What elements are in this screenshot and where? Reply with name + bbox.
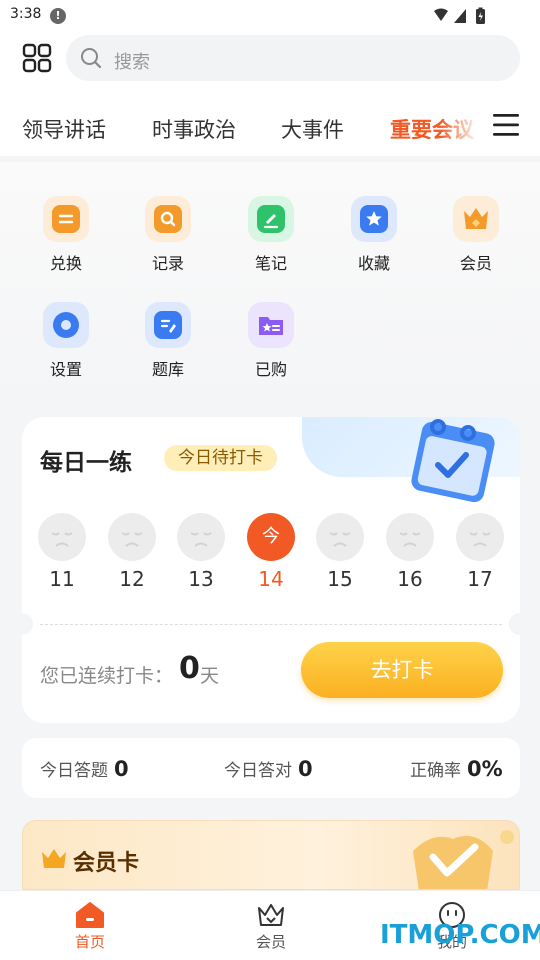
day-number: 16 bbox=[397, 567, 423, 591]
home-icon bbox=[50, 901, 130, 929]
stat-answered: 今日答题 0 bbox=[40, 756, 129, 781]
exchange-icon bbox=[43, 196, 89, 242]
hamburger-icon bbox=[493, 114, 519, 136]
category-tabs: 领导讲话 时事政治 大事件 重要会议 bbox=[0, 96, 540, 156]
shortcut-question-bank[interactable]: 题库 bbox=[128, 302, 208, 380]
crown-icon bbox=[231, 901, 311, 929]
gear-icon bbox=[43, 302, 89, 348]
day-number: 11 bbox=[49, 567, 75, 591]
shortcut-favorites[interactable]: 收藏 bbox=[334, 196, 414, 274]
card-notch-right bbox=[509, 613, 520, 635]
shortcut-membership[interactable]: 会员 bbox=[436, 196, 516, 274]
search-icon bbox=[80, 47, 102, 73]
shortcut-exchange[interactable]: 兑换 bbox=[26, 196, 106, 274]
tab-current-politics[interactable]: 时事政治 bbox=[152, 114, 236, 144]
dashed-divider bbox=[40, 624, 502, 625]
daily-practice-card: 每日一练 今日待打卡 11 12 13 今 14 15 16 17 您已连续打卡… bbox=[22, 417, 520, 723]
tab-leadership-speech[interactable]: 领导讲话 bbox=[22, 114, 106, 144]
shortcut-label: 记录 bbox=[151, 254, 184, 273]
day-number: 12 bbox=[119, 567, 145, 591]
record-icon bbox=[145, 196, 191, 242]
day-item[interactable]: 13 bbox=[176, 513, 226, 591]
shortcut-label: 兑换 bbox=[49, 254, 82, 273]
vip-badge-icon bbox=[383, 821, 519, 889]
stat-value: 0% bbox=[467, 757, 503, 781]
streak-count: 0 bbox=[179, 651, 200, 686]
stat-accuracy: 正确率 0% bbox=[410, 756, 503, 781]
top-bar: 搜索 bbox=[0, 32, 540, 96]
card-notch-left bbox=[22, 613, 33, 635]
nav-label: 首页 bbox=[74, 933, 105, 951]
practice-title: 每日一练 bbox=[40, 450, 132, 476]
question-bank-icon bbox=[145, 302, 191, 348]
day-item[interactable]: 12 bbox=[107, 513, 157, 591]
shortcut-label: 会员 bbox=[459, 254, 492, 273]
nav-home[interactable]: 首页 bbox=[50, 901, 130, 952]
vip-title: 会员卡 bbox=[73, 851, 140, 876]
shortcut-label: 笔记 bbox=[254, 254, 287, 273]
apps-grid-icon[interactable] bbox=[22, 43, 52, 73]
day-item[interactable]: 17 bbox=[455, 513, 505, 591]
calendar-check-icon bbox=[398, 417, 508, 511]
sad-face-icon bbox=[456, 513, 504, 561]
nav-membership[interactable]: 会员 bbox=[231, 901, 311, 952]
sad-face-icon bbox=[38, 513, 86, 561]
shortcut-label: 收藏 bbox=[357, 254, 390, 273]
crown-icon bbox=[41, 847, 67, 873]
tab-fade bbox=[440, 96, 480, 156]
stat-value: 0 bbox=[298, 757, 313, 781]
crown-icon bbox=[453, 196, 499, 242]
day-number: 15 bbox=[327, 567, 353, 591]
streak-unit: 天 bbox=[200, 665, 220, 687]
answer-stats: 今日答题 0 今日答对 0 正确率 0% bbox=[22, 738, 520, 798]
day-number: 17 bbox=[467, 567, 493, 591]
status-bar: 3:38 ! bbox=[0, 0, 540, 32]
stat-label: 正确率 bbox=[410, 761, 461, 781]
shortcut-settings[interactable]: 设置 bbox=[26, 302, 106, 380]
checkin-button[interactable]: 去打卡 bbox=[301, 642, 503, 698]
status-time: 3:38 bbox=[10, 6, 42, 22]
status-icons bbox=[432, 7, 504, 29]
sad-face-icon bbox=[386, 513, 434, 561]
sad-face-icon bbox=[177, 513, 225, 561]
purchased-icon bbox=[248, 302, 294, 348]
main-content: 兑换 记录 笔记 收藏 会员 设置 题库 已购 每日一练 今日待打卡 11 12… bbox=[0, 162, 540, 890]
day-number: 14 bbox=[258, 567, 284, 591]
watermark: ITMOP.COM bbox=[380, 920, 540, 950]
day-item-today[interactable]: 今 14 bbox=[246, 513, 296, 591]
stat-value: 0 bbox=[114, 757, 129, 781]
day-item[interactable]: 15 bbox=[315, 513, 365, 591]
shortcut-note[interactable]: 笔记 bbox=[231, 196, 311, 274]
search-input[interactable]: 搜索 bbox=[66, 35, 520, 81]
shortcut-grid: 兑换 记录 笔记 收藏 会员 设置 题库 已购 bbox=[0, 162, 540, 402]
day-item[interactable]: 11 bbox=[37, 513, 87, 591]
shortcut-label: 已购 bbox=[254, 360, 287, 379]
shortcut-purchased[interactable]: 已购 bbox=[231, 302, 311, 380]
today-marker: 今 bbox=[247, 513, 295, 561]
sad-face-icon bbox=[108, 513, 156, 561]
shortcut-label: 题库 bbox=[151, 360, 184, 379]
tab-menu-button[interactable] bbox=[478, 96, 540, 156]
checkin-status-badge: 今日待打卡 bbox=[164, 445, 277, 471]
day-item[interactable]: 16 bbox=[385, 513, 435, 591]
vip-card[interactable]: 会员卡 bbox=[22, 820, 520, 890]
stat-label: 今日答对 bbox=[224, 761, 292, 781]
shortcut-label: 设置 bbox=[49, 360, 82, 379]
shortcut-record[interactable]: 记录 bbox=[128, 196, 208, 274]
stat-correct: 今日答对 0 bbox=[224, 756, 313, 781]
nav-label: 会员 bbox=[255, 933, 286, 951]
streak-label: 您已连续打卡： bbox=[40, 665, 174, 687]
stat-label: 今日答题 bbox=[40, 761, 108, 781]
tab-major-events[interactable]: 大事件 bbox=[281, 114, 344, 144]
sad-face-icon bbox=[316, 513, 364, 561]
alert-icon: ! bbox=[50, 8, 66, 24]
wifi-signal-battery-icon bbox=[434, 7, 485, 24]
search-placeholder: 搜索 bbox=[114, 52, 150, 73]
day-number: 13 bbox=[188, 567, 214, 591]
note-icon bbox=[248, 196, 294, 242]
star-icon bbox=[351, 196, 397, 242]
